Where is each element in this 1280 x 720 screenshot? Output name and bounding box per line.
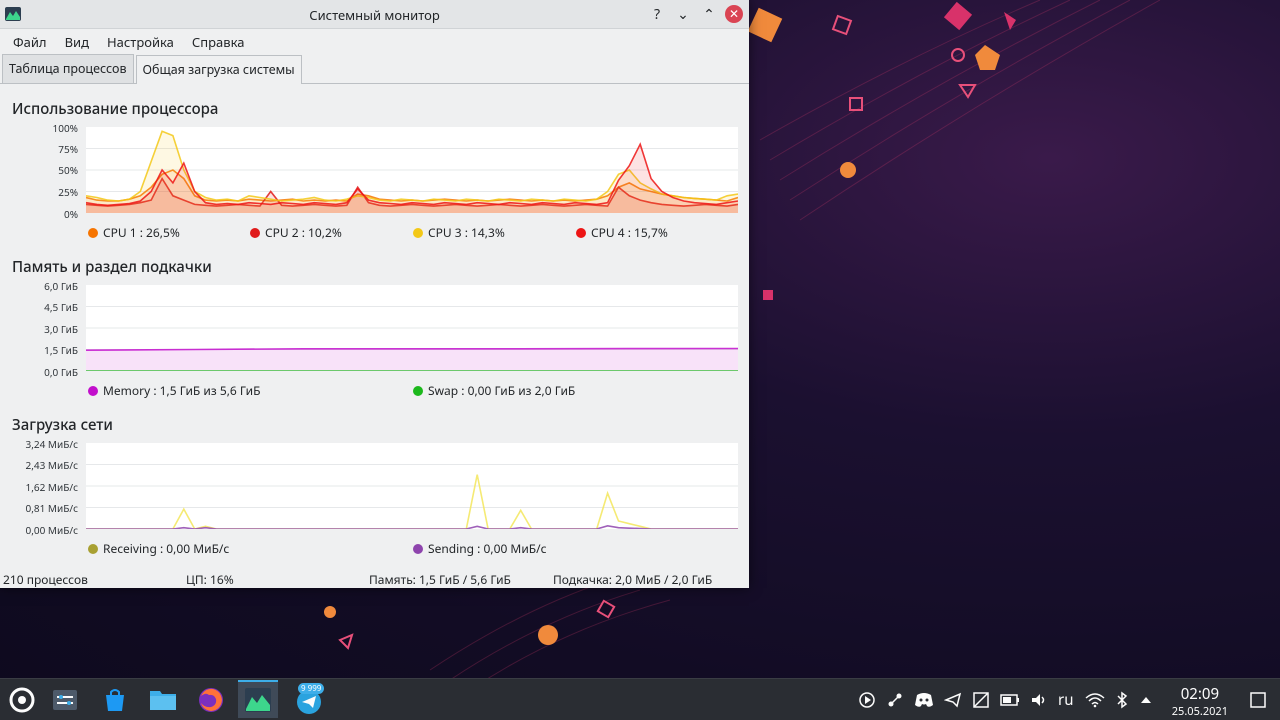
cpu-ytick: 75%	[58, 142, 78, 156]
system-monitor-window: Системный монитор ? ⌄ ⌃ ✕ Файл Вид Настр…	[0, 0, 749, 588]
title-bar[interactable]: Системный монитор ? ⌄ ⌃ ✕	[0, 0, 749, 29]
close-button[interactable]: ✕	[725, 5, 743, 23]
digital-clock[interactable]: 02:09 25.05.2021	[1172, 684, 1228, 719]
sending-legend-label: Sending : 0,00 МиБ/с	[428, 540, 547, 557]
cpu-section-title: Использование процессора	[12, 99, 219, 119]
memory-ytick: 1,5 ГиБ	[44, 343, 78, 357]
cpu2-legend: CPU 2 : 10,2%	[250, 224, 342, 241]
status-cpu: ЦП: 16%	[186, 571, 234, 588]
tray-expand-arrow-icon[interactable]	[1139, 693, 1153, 707]
swap-swatch	[413, 385, 423, 396]
clock-time: 02:09	[1180, 684, 1220, 704]
menu-help[interactable]: Справка	[183, 33, 254, 51]
screenshot-icon[interactable]	[972, 691, 990, 709]
memory-legend: Memory : 1,5 ГиБ из 5,6 ГиБ	[88, 382, 260, 399]
memory-section-title: Память и раздел подкачки	[12, 257, 212, 277]
memory-series-area	[86, 348, 738, 371]
network-section-title: Загрузка сети	[12, 415, 113, 435]
cpu-ytick: 25%	[58, 185, 78, 199]
cpu4-swatch	[576, 227, 586, 238]
tab-bar: Таблица процессов Общая загрузка системы	[0, 54, 749, 84]
window-title: Системный монитор	[309, 6, 440, 24]
telegram-tray-icon[interactable]	[944, 691, 962, 709]
memory-ytick: 6,0 ГиБ	[44, 279, 78, 293]
status-bar: 210 процессов ЦП: 16% Память: 1,5 ГиБ / …	[0, 566, 749, 588]
cpu-plot	[85, 127, 739, 213]
taskbar-telegram[interactable]: 9 999	[289, 682, 329, 718]
launcher-icon	[9, 687, 35, 713]
sending-legend: Sending : 0,00 МиБ/с	[413, 540, 547, 557]
cpu4-legend-label: CPU 4 : 15,7%	[591, 224, 668, 241]
memory-plot	[85, 285, 739, 372]
app-launcher-button[interactable]	[2, 682, 42, 718]
clock-date: 25.05.2021	[1171, 704, 1228, 719]
taskbar-files[interactable]	[143, 682, 183, 718]
show-desktop-button[interactable]	[1240, 682, 1276, 718]
status-swap: Подкачка: 2,0 МиБ / 2,0 ГиБ	[553, 571, 713, 588]
swap-legend: Swap : 0,00 ГиБ из 2,0 ГиБ	[413, 382, 575, 399]
volume-icon[interactable]	[1030, 691, 1048, 709]
help-button[interactable]: ?	[647, 4, 667, 24]
system-monitor-icon	[245, 688, 271, 712]
cpu3-legend-label: CPU 3 : 14,3%	[428, 224, 505, 241]
discord-icon[interactable]	[914, 691, 934, 709]
cpu1-swatch	[88, 227, 98, 238]
network-ytick: 1,62 МиБ/с	[25, 480, 78, 494]
maximize-button[interactable]: ⌃	[699, 4, 719, 24]
bluetooth-icon[interactable]	[1115, 691, 1129, 709]
menu-bar: Файл Вид Настройка Справка	[0, 29, 749, 55]
system-settings-icon	[53, 690, 77, 710]
cpu-ytick: 0%	[63, 207, 78, 221]
cpu3-legend: CPU 3 : 14,3%	[413, 224, 505, 241]
kde-connect-icon[interactable]	[886, 691, 904, 709]
minimize-button[interactable]: ⌄	[673, 4, 693, 24]
taskbar-discover[interactable]	[95, 682, 135, 718]
memory-legend-label: Memory : 1,5 ГиБ из 5,6 ГиБ	[103, 382, 261, 399]
sending-swatch	[413, 543, 423, 554]
status-memory: Память: 1,5 ГиБ / 5,6 ГиБ	[369, 571, 511, 588]
media-player-icon[interactable]	[858, 691, 876, 709]
menu-file[interactable]: Файл	[4, 33, 56, 51]
memory-ytick: 0,0 ГиБ	[44, 365, 78, 379]
battery-icon[interactable]	[1000, 693, 1020, 707]
taskbar-settings[interactable]	[45, 682, 85, 718]
taskbar: 9 999 ru 02:09 25.05.2021	[0, 678, 1280, 720]
keyboard-layout-indicator[interactable]: ru	[1058, 690, 1073, 710]
tab-system-load[interactable]: Общая загрузка системы	[135, 55, 302, 84]
wifi-icon[interactable]	[1085, 692, 1105, 708]
status-processes: 210 процессов	[3, 571, 88, 588]
cpu2-swatch	[250, 227, 260, 238]
menu-view[interactable]: Вид	[56, 33, 98, 51]
cpu-ytick: 50%	[58, 163, 78, 177]
receiving-legend: Receiving : 0,00 МиБ/с	[88, 540, 229, 557]
receiving-swatch	[88, 543, 98, 554]
store-bag-icon	[106, 689, 124, 711]
network-ytick: 0,81 МиБ/с	[25, 501, 78, 515]
swap-legend-label: Swap : 0,00 ГиБ из 2,0 ГиБ	[428, 382, 576, 399]
firefox-icon	[199, 688, 223, 712]
menu-settings[interactable]: Настройка	[98, 33, 183, 51]
receiving-series-line	[86, 474, 738, 530]
receiving-legend-label: Receiving : 0,00 МиБ/с	[103, 540, 230, 557]
network-ytick: 3,24 МиБ/с	[25, 437, 78, 451]
memory-swatch	[88, 385, 98, 396]
cpu1-legend: CPU 1 : 26,5%	[88, 224, 180, 241]
memory-ytick: 3,0 ГиБ	[44, 322, 78, 336]
cpu1-legend-label: CPU 1 : 26,5%	[103, 224, 180, 241]
network-plot	[86, 443, 738, 530]
cpu-ytick: 100%	[52, 121, 78, 135]
taskbar-firefox[interactable]	[191, 682, 231, 718]
memory-ytick: 4,5 ГиБ	[44, 300, 78, 314]
folder-icon	[150, 691, 176, 710]
show-desktop-icon	[1250, 692, 1266, 708]
telegram-badge: 9 999	[298, 683, 325, 694]
cpu3-swatch	[413, 227, 423, 238]
system-tray: ru	[858, 679, 1153, 720]
taskbar-system-monitor[interactable]	[238, 680, 278, 718]
network-ytick: 2,43 МиБ/с	[25, 458, 78, 472]
cpu2-legend-label: CPU 2 : 10,2%	[265, 224, 342, 241]
cpu4-legend: CPU 4 : 15,7%	[576, 224, 668, 241]
network-ytick: 0,00 МиБ/с	[25, 523, 78, 537]
tab-process-table[interactable]: Таблица процессов	[2, 54, 134, 83]
